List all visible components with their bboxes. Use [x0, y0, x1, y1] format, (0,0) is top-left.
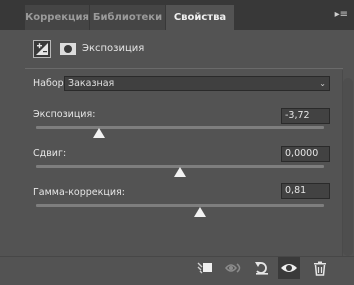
exposure-slider-track[interactable]	[36, 126, 324, 129]
tab-adjustments[interactable]: Коррекция	[25, 5, 89, 30]
chevron-down-icon: ⌄	[319, 79, 326, 88]
panel-tab-bar: Коррекция Библиотеки Свойства ▸≡	[0, 0, 354, 30]
offset-value: 0,0000	[285, 148, 319, 159]
exposure-value-field[interactable]: -3,72	[281, 108, 330, 124]
visibility-eye-icon	[281, 264, 297, 272]
exposure-label: Экспозиция:	[33, 109, 96, 120]
gamma-value: 0,81	[285, 185, 307, 196]
gamma-slider-track[interactable]	[36, 204, 324, 207]
visibility-toggle[interactable]	[278, 257, 300, 279]
tab-adjustments-label: Коррекция	[25, 12, 89, 23]
properties-header	[0, 30, 354, 69]
view-previous-state-icon[interactable]	[224, 258, 244, 278]
exposure-slider-thumb[interactable]	[93, 128, 105, 138]
layer-mask-icon[interactable]	[60, 43, 76, 55]
preset-dropdown[interactable]: Заказная ⌄	[64, 76, 330, 91]
header-divider	[25, 68, 343, 69]
preset-value: Заказная	[68, 78, 115, 89]
clip-to-layer-icon[interactable]	[195, 258, 215, 278]
offset-value-field[interactable]: 0,0000	[281, 146, 330, 162]
tab-libraries-label: Библиотеки	[92, 12, 163, 23]
gamma-label: Гамма-коррекция:	[33, 187, 125, 198]
offset-label: Сдвиг:	[33, 148, 67, 159]
scrollbar-thumb[interactable]	[343, 78, 353, 256]
tab-properties-label: Свойства	[173, 12, 227, 23]
tab-properties[interactable]: Свойства	[166, 5, 234, 30]
gamma-slider-thumb[interactable]	[194, 207, 206, 217]
exposure-adjustment-icon[interactable]	[33, 40, 51, 58]
preset-label: Набор:	[33, 78, 67, 89]
trash-icon[interactable]	[310, 258, 330, 278]
adjustment-title: Экспозиция	[82, 43, 145, 54]
properties-footer	[0, 256, 354, 285]
tab-libraries[interactable]: Библиотеки	[90, 5, 165, 30]
exposure-value: -3,72	[285, 110, 310, 121]
offset-slider-thumb[interactable]	[174, 167, 186, 177]
gamma-value-field[interactable]: 0,81	[281, 183, 330, 199]
reset-icon[interactable]	[252, 258, 272, 278]
flyout-menu-icon[interactable]: ▸≡	[332, 9, 348, 21]
